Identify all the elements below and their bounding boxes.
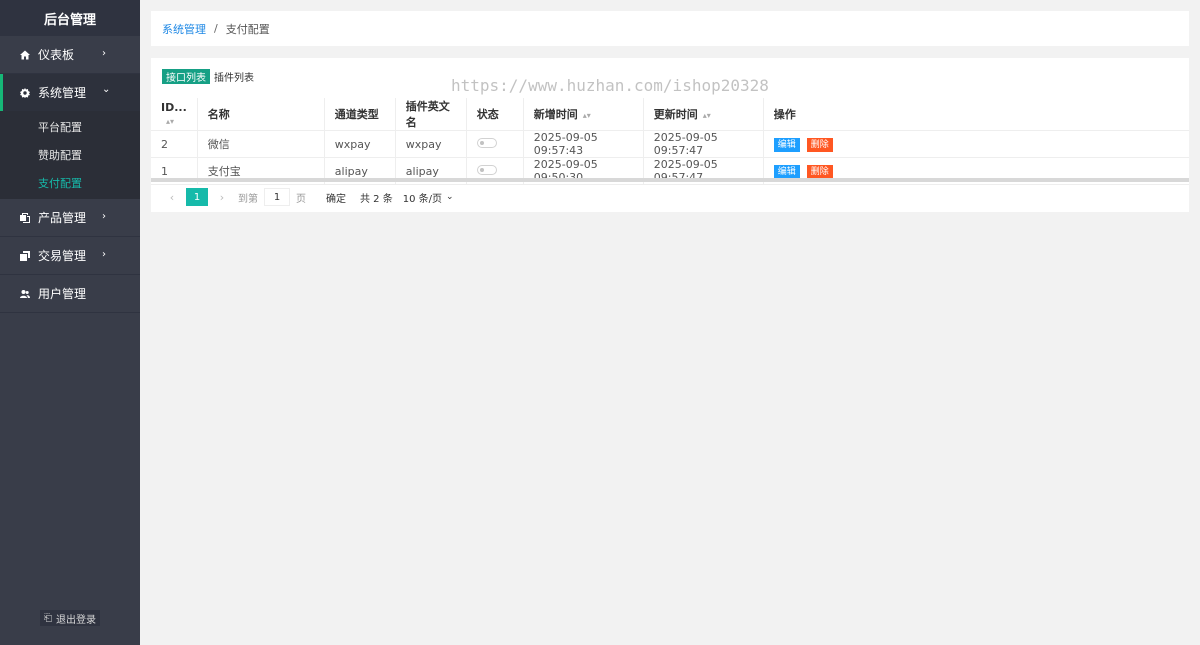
sidebar-item-users[interactable]: 用户管理 bbox=[0, 275, 140, 312]
chevron-right-icon: › bbox=[102, 48, 106, 59]
pagination: ‹ 1 › 到第 1 页 确定 共 2 条 10 条/页 ⌄ bbox=[162, 188, 454, 206]
delete-button[interactable]: 删除 bbox=[806, 164, 833, 179]
prev-page-icon[interactable]: ‹ bbox=[162, 191, 182, 204]
sidebar-item-system[interactable]: 系统管理 ⌄ bbox=[0, 74, 140, 111]
edit-button[interactable]: 编辑 bbox=[773, 164, 800, 179]
column-header-id[interactable]: ID...▴▾ bbox=[151, 98, 198, 131]
goto-confirm-button[interactable]: 确定 bbox=[326, 190, 346, 205]
chevron-down-icon: ⌄ bbox=[102, 84, 111, 95]
sidebar-submenu-system: 平台配置 赞助配置 支付配置 bbox=[0, 111, 140, 199]
column-header-name: 名称 bbox=[197, 98, 325, 131]
breadcrumb-link-system[interactable]: 系统管理 bbox=[162, 21, 206, 37]
tab-plugin-list[interactable]: 插件列表 bbox=[210, 69, 258, 84]
status-toggle[interactable] bbox=[476, 137, 497, 148]
cell-plugin: wxpay bbox=[395, 130, 467, 158]
sidebar-item-label: 仪表板 bbox=[38, 48, 75, 62]
home-icon bbox=[18, 50, 32, 60]
breadcrumb: 系统管理 / 支付配置 bbox=[151, 11, 1189, 46]
goto-prefix: 到第 bbox=[238, 193, 258, 205]
sort-icon[interactable]: ▴▾ bbox=[703, 111, 711, 120]
delete-button[interactable]: 删除 bbox=[806, 137, 833, 152]
breadcrumb-separator: / bbox=[214, 22, 218, 35]
main-content: 系统管理 / 支付配置 接口列表 插件列表 https://www.huzhan… bbox=[140, 0, 1200, 645]
cell-channel: wxpay bbox=[324, 130, 396, 158]
page-size-label: 10 条/页 bbox=[402, 193, 443, 205]
logout-label: 退出登录 bbox=[56, 614, 96, 626]
sidebar-item-label: 交易管理 bbox=[38, 249, 87, 263]
cell-actions: 编辑 删除 bbox=[763, 130, 1189, 158]
watermark-text: https://www.huzhan.com/ishop20328 bbox=[451, 76, 769, 95]
sidebar-item-products[interactable]: 产品管理 › bbox=[0, 199, 140, 236]
sidebar-subitem-payment-config[interactable]: 支付配置 bbox=[0, 169, 140, 197]
goto-page-input[interactable]: 1 bbox=[264, 188, 290, 206]
chevron-right-icon: › bbox=[102, 211, 106, 222]
table-header-row: ID...▴▾ 名称 通道类型 插件英文名 状态 新增时间 ▴▾ 更新时间 ▴▾ 操… bbox=[151, 98, 1189, 131]
users-icon bbox=[18, 289, 32, 299]
tab-bar: 接口列表 插件列表 bbox=[162, 69, 258, 84]
column-header-channel: 通道类型 bbox=[324, 98, 396, 131]
cell-name: 微信 bbox=[197, 130, 325, 158]
column-header-updated[interactable]: 更新时间 ▴▾ bbox=[643, 98, 764, 131]
horizontal-scrollbar[interactable] bbox=[151, 178, 1189, 182]
total-count: 共 2 条 bbox=[360, 193, 393, 205]
products-icon bbox=[18, 212, 32, 223]
breadcrumb-current: 支付配置 bbox=[225, 22, 270, 36]
transactions-icon bbox=[18, 250, 32, 261]
sort-icon[interactable]: ▴▾ bbox=[166, 117, 174, 126]
next-page-icon[interactable]: › bbox=[212, 191, 232, 204]
table-row: 2 微信 wxpay wxpay 2025-09-05 09:57:43 202… bbox=[151, 130, 1189, 158]
sidebar-item-label: 产品管理 bbox=[38, 211, 87, 225]
edit-button[interactable]: 编辑 bbox=[773, 137, 800, 152]
cell-status bbox=[466, 130, 524, 158]
payment-table: ID...▴▾ 名称 通道类型 插件英文名 状态 新增时间 ▴▾ 更新时间 ▴▾ 操… bbox=[151, 98, 1189, 185]
chevron-down-icon: ⌄ bbox=[446, 192, 454, 202]
logout-icon: ⎗ bbox=[44, 612, 52, 624]
chevron-right-icon: › bbox=[102, 249, 106, 260]
sort-icon[interactable]: ▴▾ bbox=[583, 111, 591, 120]
cell-created: 2025-09-05 09:57:43 bbox=[523, 130, 644, 158]
tab-interface-list[interactable]: 接口列表 bbox=[162, 69, 210, 84]
sidebar-item-label: 用户管理 bbox=[38, 287, 87, 301]
sidebar-item-dashboard[interactable]: 仪表板 › bbox=[0, 36, 140, 73]
column-header-status: 状态 bbox=[466, 98, 524, 131]
goto-suffix: 页 bbox=[296, 193, 306, 205]
brand-title: 后台管理 bbox=[0, 0, 140, 36]
status-toggle[interactable] bbox=[476, 164, 497, 175]
column-header-actions: 操作 bbox=[763, 98, 1189, 131]
gear-icon bbox=[18, 87, 32, 98]
sidebar-item-transactions[interactable]: 交易管理 › bbox=[0, 237, 140, 274]
sidebar-subitem-platform-config[interactable]: 平台配置 bbox=[0, 113, 140, 141]
cell-updated: 2025-09-05 09:57:47 bbox=[643, 130, 764, 158]
logout-button[interactable]: ⎗ 退出登录 bbox=[40, 610, 100, 626]
column-header-plugin: 插件英文名 bbox=[395, 98, 467, 131]
page-size-select[interactable]: 10 条/页 ⌄ bbox=[403, 190, 454, 205]
payment-table-card: 接口列表 插件列表 https://www.huzhan.com/ishop20… bbox=[151, 58, 1189, 212]
page-number-current[interactable]: 1 bbox=[186, 188, 208, 206]
cell-id: 2 bbox=[151, 130, 198, 158]
sidebar-item-label: 系统管理 bbox=[38, 86, 87, 100]
sidebar: 后台管理 仪表板 › 系统管理 ⌄ 平台配置 赞助配置 支付配置 产品管理 › … bbox=[0, 0, 140, 645]
sidebar-subitem-sponsor-config[interactable]: 赞助配置 bbox=[0, 141, 140, 169]
column-header-created[interactable]: 新增时间 ▴▾ bbox=[523, 98, 644, 131]
